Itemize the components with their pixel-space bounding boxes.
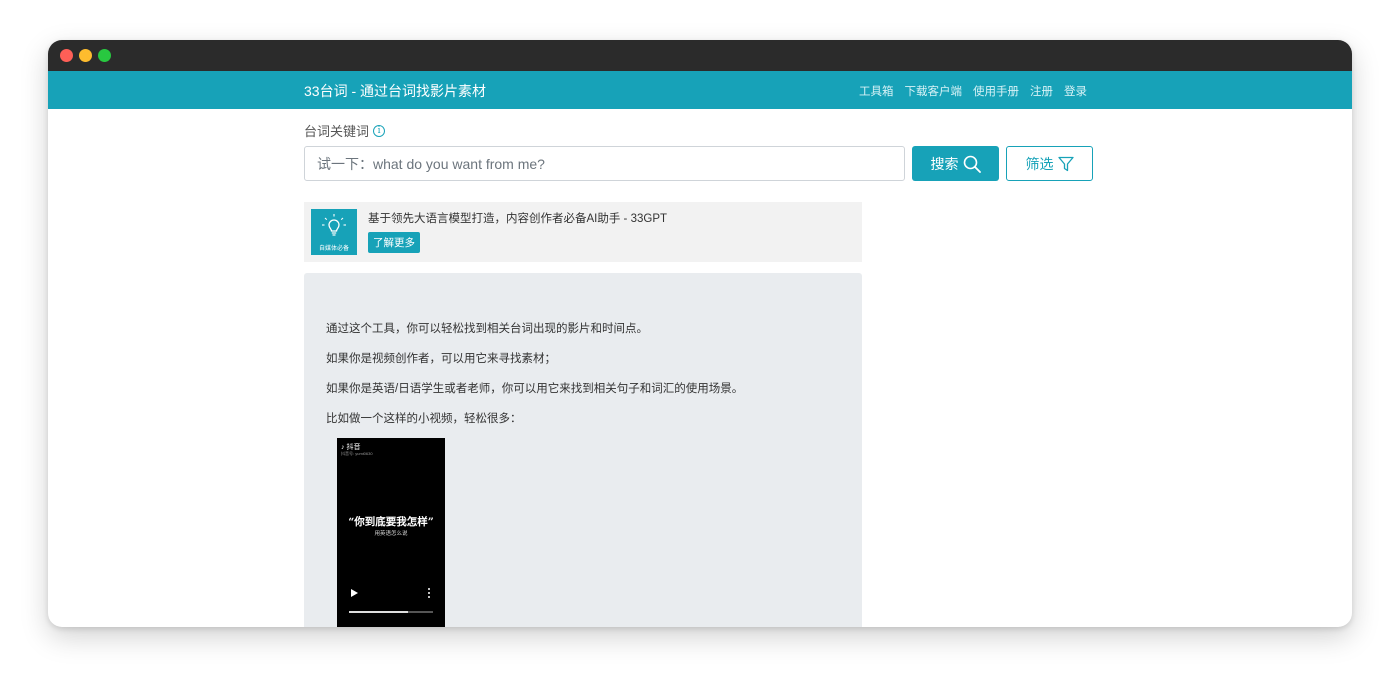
nav-download-client[interactable]: 下载客户端 [905, 83, 963, 99]
browser-window: 33台词 - 通过台词找影片素材 工具箱 下载客户端 使用手册 注册 登录 台词… [48, 40, 1352, 627]
search-input[interactable] [304, 146, 905, 181]
main-content: 台词关键词 i 搜索 筛选 [304, 109, 1104, 627]
video-title: “你到底要我怎样” [348, 516, 434, 528]
nav-register[interactable]: 注册 [1030, 83, 1053, 99]
account-id: 抖音号: yumi0630 [341, 451, 373, 456]
learn-more-button[interactable]: 了解更多 [368, 232, 420, 253]
search-icon [963, 155, 981, 173]
video-progress-bar[interactable] [349, 611, 433, 613]
title-bar [48, 40, 1352, 71]
sample-video[interactable]: ♪ 抖音 抖音号: yumi0630 “你到底要我怎样” 用英语怎么说 [337, 438, 445, 627]
intro-line-3: 如果你是英语/日语学生或者老师，你可以用它来找到相关句子和词汇的使用场景。 [326, 383, 744, 395]
keyword-label: 台词关键词 [304, 124, 370, 139]
maximize-window-button[interactable] [98, 49, 111, 62]
search-button-label: 搜索 [930, 155, 959, 172]
lightbulb-icon [322, 214, 346, 236]
nav-login[interactable]: 登录 [1064, 83, 1087, 99]
ad-logo-text: 自媒体必备 [318, 246, 349, 252]
search-button[interactable]: 搜索 [912, 146, 999, 181]
intro-line-4: 比如做一个这样的小视频，轻松很多： [326, 413, 522, 425]
nav-links: 工具箱 下载客户端 使用手册 注册 登录 [859, 83, 1087, 99]
intro-panel: 通过这个工具，你可以轻松找到相关台词出现的影片和时间点。 如果你是视频创作者，可… [304, 273, 862, 627]
info-icon[interactable]: i [373, 124, 386, 137]
intro-line-2: 如果你是视频创作者，可以用它来寻找素材； [326, 353, 556, 365]
filter-button[interactable]: 筛选 [1006, 146, 1093, 181]
play-icon[interactable] [351, 589, 358, 597]
video-progress-fill [349, 611, 408, 613]
filter-button-label: 筛选 [1025, 155, 1054, 172]
site-brand[interactable]: 33台词 - 通过台词找影片素材 [304, 81, 486, 101]
more-options-icon[interactable] [428, 588, 431, 600]
close-window-button[interactable] [60, 49, 73, 62]
search-row: 搜索 筛选 [304, 146, 1104, 181]
minimize-window-button[interactable] [79, 49, 92, 62]
app-name: 抖音 [346, 444, 361, 451]
nav-user-manual[interactable]: 使用手册 [973, 83, 1019, 99]
keyword-label-row: 台词关键词 i [304, 121, 1104, 140]
video-subtitle: 用英语怎么说 [374, 531, 408, 537]
filter-icon [1057, 156, 1074, 171]
intro-line-1: 通过这个工具，你可以轻松找到相关台词出现的影片和时间点。 [326, 323, 648, 335]
ad-banner: 自媒体必备 基于领先大语言模型打造，内容创作者必备AI助手 - 33GPT 了解… [304, 202, 862, 262]
ad-text: 基于领先大语言模型打造，内容创作者必备AI助手 - 33GPT [368, 213, 668, 225]
nav-toolbox[interactable]: 工具箱 [859, 83, 894, 99]
ad-logo[interactable]: 自媒体必备 [311, 209, 357, 255]
top-navbar: 33台词 - 通过台词找影片素材 工具箱 下载客户端 使用手册 注册 登录 [48, 71, 1352, 109]
